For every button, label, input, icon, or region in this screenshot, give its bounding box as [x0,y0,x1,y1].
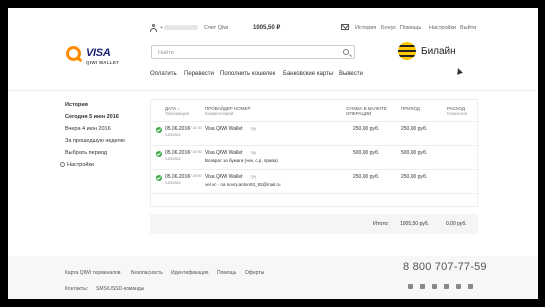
success-icon [156,127,162,133]
total-income: 1005,50 руб. [400,221,429,227]
screen: + Счет Qiwi 1005,50 ₽ История Бонус Помо… [0,0,545,307]
link-history[interactable]: История [355,25,376,31]
table-row[interactable]: 05.06.2016 07:28:00 14000003 Visa QIWI W… [151,170,479,194]
row-number: 7(9) [250,175,257,179]
history-table: ДАТА ↓ Транзакция ПРОВАЙДЕР НОМЕР Коммента… [150,99,479,207]
sidebar-item-week[interactable]: За прошедшую неделю [65,138,125,144]
col-expense: РАСХОД Комиссия [447,106,468,116]
link-logout[interactable]: Выйти [460,25,476,31]
beeline-banner[interactable]: Билайн [398,42,478,66]
top-bar: + Счет Qiwi 1005,50 ₽ История Бонус Помо… [8,8,538,42]
row-income: 250,00 руб. [401,174,428,180]
user-icon[interactable] [150,24,157,32]
beeline-logo-icon [398,42,416,60]
sidebar-item-settings[interactable]: Настройки [60,162,94,168]
sidebar-item-yesterday[interactable]: Вчера 4 июн 2016 [65,126,111,132]
twitter-icon[interactable] [444,284,449,289]
footer-link-security[interactable]: Безопасность [131,270,163,276]
link-bonus[interactable]: Бонус [381,25,396,31]
row-time: 07:31:00 [188,126,202,130]
footer-link-identification[interactable]: Идентификация [171,270,209,276]
table-row[interactable]: 05.06.2016 07:30:00 14000002 Visa QIWI W… [151,146,479,170]
nav-bank-cards[interactable]: Банковские карты [283,71,333,77]
row-txn: 14000001 [165,133,181,137]
phone-prefix: + [160,25,164,31]
youtube-icon[interactable] [432,284,437,289]
beeline-name: Билайн [421,46,456,57]
header-divider [8,90,538,91]
table-total: Итого: 1005,50 руб. 0,00 руб. [150,214,478,234]
logo-brand: VISA [86,47,111,59]
total-expense: 0,00 руб. [446,221,467,227]
sidebar-item-period[interactable]: Выбрать период [65,150,107,156]
success-icon [156,151,162,157]
qiwi-logo[interactable]: VISA QIWI WALLET [66,45,126,67]
row-income: 500,00 руб. [401,150,428,156]
row-amount: 250,00 руб. [353,174,380,180]
account-label[interactable]: Счет Qiwi [204,25,228,31]
footer-link-terminals[interactable]: Карта QIWI терминалов [65,270,121,276]
link-help[interactable]: Помощь [400,25,421,31]
nav-pay[interactable]: Оплатить [150,71,177,77]
row-comment: vel vc - na novry.anton93_93@mail.ru [205,182,281,187]
nav-topup[interactable]: Пополнить кошелек [220,71,275,77]
table-header: ДАТА ↓ Транзакция ПРОВАЙДЕР НОМЕР Коммента… [151,100,479,122]
row-amount: 250,00 руб. [353,126,380,132]
ok-icon[interactable] [420,284,425,289]
instagram-icon[interactable] [468,284,473,289]
row-time: 07:28:00 [188,174,202,178]
mouse-cursor-icon [455,67,463,75]
sidebar-settings-label: Настройки [67,162,94,168]
footer-link-help[interactable]: Помощь [217,270,236,276]
table-row[interactable]: 05.06.2016 07:31:00 14000001 Visa QIWI W… [151,122,479,146]
row-number: 7(9) [250,127,257,131]
col-provider: ПРОВАЙДЕР НОМЕР Комментарий [205,106,251,116]
page: + Счет Qiwi 1005,50 ₽ История Бонус Помо… [8,8,538,299]
balance[interactable]: 1005,50 ₽ [253,24,280,31]
link-settings[interactable]: Настройки [429,25,456,31]
search-box [151,45,355,59]
row-date: 05.06.2016 [165,174,191,180]
row-date: 05.06.2016 [165,126,191,132]
mail-icon[interactable] [341,24,349,30]
row-number: 7(9) [250,151,257,155]
row-comment: Возврат за бумаги (чек, с.р, права) [205,158,278,163]
gear-icon [60,162,65,167]
footer-link-sms[interactable]: SMS/USSD-команды [96,286,144,292]
col-income: ПРИХОД [401,106,420,111]
search-input[interactable] [158,48,338,57]
total-label: Итого: [373,221,389,227]
row-amount: 500,00 руб. [353,150,380,156]
footer-contacts-label: Контакты: [65,286,88,292]
qiwi-q-icon [66,46,81,61]
row-provider[interactable]: Visa QIWI Wallet [205,126,243,132]
sidebar-item-today[interactable]: Сегодня 5 июн 2016 [65,114,119,120]
footer-link-offers[interactable]: Оферты [245,270,264,276]
footer: Карта QIWI терминалов Безопасность Идент… [8,256,538,299]
row-txn: 14000003 [165,181,181,185]
vk-icon[interactable] [408,284,413,289]
row-time: 07:30:00 [188,150,202,154]
sidebar-title-history: История [65,102,88,108]
row-provider[interactable]: Visa QIWI Wallet [205,174,243,180]
nav-withdraw[interactable]: Вывести [339,71,363,77]
row-income: 250,00 руб. [401,126,428,132]
nav-transfer[interactable]: Перевести [184,71,214,77]
logo-subtitle: QIWI WALLET [86,60,120,65]
row-txn: 14000002 [165,157,181,161]
row-date: 05.06.2016 [165,150,191,156]
col-date[interactable]: ДАТА ↓ Транзакция [165,106,189,116]
facebook-icon[interactable] [456,284,461,289]
row-provider[interactable]: Visa QIWI Wallet [205,150,243,156]
footer-phone[interactable]: 8 800 707-77-59 [403,261,487,273]
phone-number-blurred[interactable] [164,25,198,30]
col-amount: СУММА В ВАЛЮТЕ ОПЕРАЦИИ [346,106,387,116]
search-icon[interactable] [343,49,349,55]
success-icon [156,175,162,181]
